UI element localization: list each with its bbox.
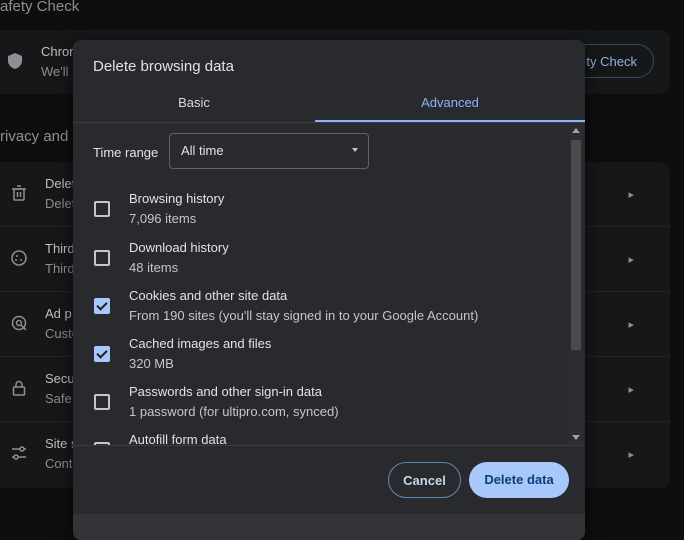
shield-icon [8,53,22,69]
privacy-row-subtitle: Cont [45,456,73,471]
item-title: Autofill form data [129,432,227,445]
footer-divider [73,445,585,446]
content-scrollbar[interactable] [569,124,583,444]
privacy-row-title: Delet [45,176,76,191]
scrollbar-thumb[interactable] [571,140,581,350]
privacy-row-subtitle: Safe [45,391,72,406]
checkbox-item-autofill[interactable]: Autofill form data [73,430,567,445]
tab-advanced[interactable]: Advanced [315,86,585,122]
checkbox-item-download-history[interactable]: Download history 48 items [73,238,567,286]
dialog-title: Delete browsing data [93,58,234,75]
delete-browsing-data-dialog: Delete browsing data Basic Advanced Time… [73,40,585,540]
item-title: Cached images and files [129,336,272,351]
safety-card-line2: We'll [41,64,69,79]
checkbox[interactable] [94,394,110,410]
tab-basic[interactable]: Basic [73,86,315,122]
checkbox-item-browsing-history[interactable]: Browsing history 7,096 items [73,189,567,237]
item-title: Passwords and other sign-in data [129,384,322,399]
time-range-value: All time [181,143,224,158]
privacy-heading: rivacy and s [0,128,81,145]
checkbox[interactable] [94,298,110,314]
chevron-right-icon: ▸ [628,254,634,266]
checkbox-item-cookies[interactable]: Cookies and other site data From 190 sit… [73,286,567,334]
delete-data-button[interactable]: Delete data [469,462,569,498]
privacy-row-title: Ad p [45,306,72,321]
dialog-content: Time range All time Browsing history 7,0… [73,123,585,445]
checkbox[interactable] [94,250,110,266]
item-title: Download history [129,240,229,255]
item-subtitle: 320 MB [129,356,174,371]
time-range-select[interactable]: All time [169,133,369,169]
cancel-button[interactable]: Cancel [388,462,461,498]
item-title: Cookies and other site data [129,288,288,303]
privacy-row-subtitle: Delet [45,196,76,211]
dialog-tabs: Basic Advanced [73,86,585,123]
dropdown-arrow-icon [352,148,358,152]
item-title: Browsing history [129,191,225,206]
privacy-row-title: Third [45,241,75,256]
checkbox-item-passwords[interactable]: Passwords and other sign-in data 1 passw… [73,382,567,430]
checkbox[interactable] [94,346,110,362]
checkbox[interactable] [94,201,110,217]
cookie-icon [11,250,27,266]
scroll-down-arrow-icon[interactable] [572,435,580,440]
item-subtitle: 1 password (for ultipro.com, synced) [129,404,339,419]
chevron-right-icon: ▸ [628,384,634,396]
chevron-right-icon: ▸ [628,319,634,331]
scroll-up-arrow-icon[interactable] [572,128,580,133]
ad-privacy-icon [11,315,27,331]
checkbox-item-cached-images[interactable]: Cached images and files 320 MB [73,334,567,382]
safety-check-heading: afety Check [0,0,80,15]
trash-icon [12,185,26,201]
tune-icon [12,446,26,460]
lock-icon [12,380,26,396]
privacy-row-subtitle: Third [45,261,75,276]
dialog-footer-strip [73,514,585,540]
item-subtitle: 7,096 items [129,211,197,226]
item-subtitle: 48 items [129,260,179,275]
item-subtitle: From 190 sites (you'll stay signed in to… [129,308,479,323]
time-range-label: Time range [93,145,159,160]
privacy-row-title: Secu [45,371,75,386]
chevron-right-icon: ▸ [628,189,634,201]
safety-card-line1: Chron [41,44,77,59]
chevron-right-icon: ▸ [628,449,634,461]
